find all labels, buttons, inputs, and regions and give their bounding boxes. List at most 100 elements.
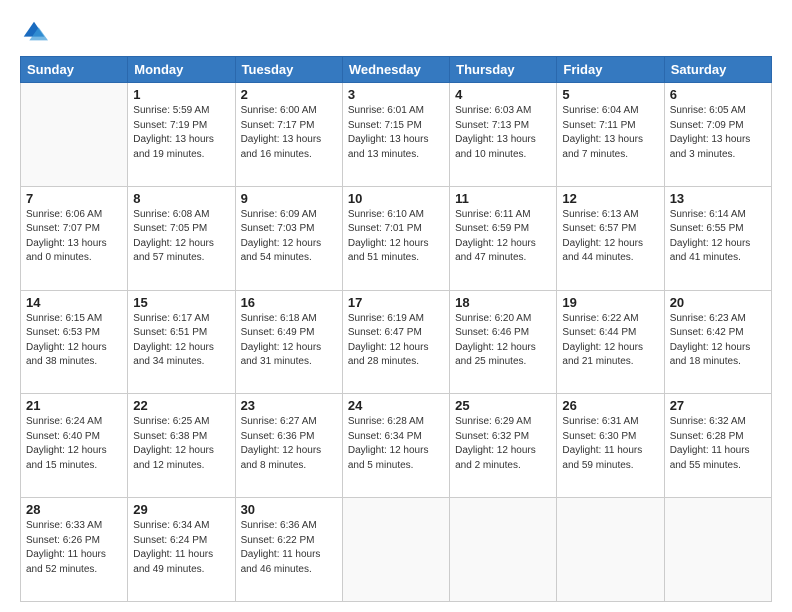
day-info: Sunrise: 6:19 AM Sunset: 6:47 PM Dayligh… xyxy=(348,312,444,370)
day-number: 8 xyxy=(133,191,229,206)
day-info: Sunrise: 6:05 AM Sunset: 7:09 PM Dayligh… xyxy=(670,104,766,162)
calendar-cell: 17Sunrise: 6:19 AM Sunset: 6:47 PM Dayli… xyxy=(342,290,449,394)
day-info: Sunrise: 6:28 AM Sunset: 6:34 PM Dayligh… xyxy=(348,415,444,473)
calendar-cell: 10 Sunrise: 6:10 AM Sunset: 7:01 PM Dayli… xyxy=(342,186,449,290)
calendar-cell: 23 Sunrise: 6:27 AM Sunset: 6:36 PM Dayli… xyxy=(235,394,342,498)
day-info: Sunrise: 6:03 AM Sunset: 7:13 PM Dayligh… xyxy=(455,104,551,162)
day-number: 14 xyxy=(26,295,122,310)
day-number: 2 xyxy=(241,87,337,102)
calendar-cell: 9 Sunrise: 6:09 AM Sunset: 7:03 PM Daylig… xyxy=(235,186,342,290)
day-info: Sunrise: 6:22 AM Sunset: 6:44 PM Dayligh… xyxy=(562,312,658,370)
calendar-cell xyxy=(450,498,557,602)
calendar-cell: 16 Sunrise: 6:18 AM Sunset: 6:49 PM Dayli… xyxy=(235,290,342,394)
calendar-week-row: 7 Sunrise: 6:06 AM Sunset: 7:07 PM Daylig… xyxy=(21,186,772,290)
day-info: Sunrise: 6:18 AM Sunset: 6:49 PM Dayligh… xyxy=(241,312,337,370)
day-number: 25 xyxy=(455,398,551,413)
day-info: Sunrise: 6:34 AM Sunset: 6:24 PM Dayligh… xyxy=(133,519,229,577)
day-info: Sunrise: 6:23 AM Sunset: 6:42 PM Dayligh… xyxy=(670,312,766,370)
calendar-cell: 14Sunrise: 6:15 AM Sunset: 6:53 PM Dayli… xyxy=(21,290,128,394)
day-info: Sunrise: 6:14 AM Sunset: 6:55 PM Dayligh… xyxy=(670,208,766,266)
day-number: 19 xyxy=(562,295,658,310)
day-info: Sunrise: 5:59 AM Sunset: 7:19 PM Dayligh… xyxy=(133,104,229,162)
calendar-week-row: 1Sunrise: 5:59 AM Sunset: 7:19 PM Daylig… xyxy=(21,83,772,187)
day-info: Sunrise: 6:06 AM Sunset: 7:07 PM Dayligh… xyxy=(26,208,122,266)
calendar-cell: 21 Sunrise: 6:24 AM Sunset: 6:40 PM Dayli… xyxy=(21,394,128,498)
day-number: 16 xyxy=(241,295,337,310)
calendar-day-header: Friday xyxy=(557,57,664,83)
day-number: 18 xyxy=(455,295,551,310)
day-info: Sunrise: 6:04 AM Sunset: 7:11 PM Dayligh… xyxy=(562,104,658,162)
calendar-week-row: 28Sunrise: 6:33 AM Sunset: 6:26 PM Dayli… xyxy=(21,498,772,602)
calendar-cell: 27 Sunrise: 6:32 AM Sunset: 6:28 PM Dayli… xyxy=(664,394,771,498)
page-header xyxy=(20,18,772,46)
calendar-cell xyxy=(21,83,128,187)
day-info: Sunrise: 6:29 AM Sunset: 6:32 PM Dayligh… xyxy=(455,415,551,473)
calendar-cell: 7 Sunrise: 6:06 AM Sunset: 7:07 PM Daylig… xyxy=(21,186,128,290)
calendar-cell: 25 Sunrise: 6:29 AM Sunset: 6:32 PM Dayli… xyxy=(450,394,557,498)
day-info: Sunrise: 6:09 AM Sunset: 7:03 PM Dayligh… xyxy=(241,208,337,266)
day-number: 22 xyxy=(133,398,229,413)
calendar-cell: 8Sunrise: 6:08 AM Sunset: 7:05 PM Daylig… xyxy=(128,186,235,290)
day-info: Sunrise: 6:25 AM Sunset: 6:38 PM Dayligh… xyxy=(133,415,229,473)
day-info: Sunrise: 6:01 AM Sunset: 7:15 PM Dayligh… xyxy=(348,104,444,162)
day-number: 3 xyxy=(348,87,444,102)
day-info: Sunrise: 6:33 AM Sunset: 6:26 PM Dayligh… xyxy=(26,519,122,577)
calendar-cell: 15 Sunrise: 6:17 AM Sunset: 6:51 PM Dayli… xyxy=(128,290,235,394)
day-number: 29 xyxy=(133,502,229,517)
day-number: 27 xyxy=(670,398,766,413)
calendar-day-header: Wednesday xyxy=(342,57,449,83)
calendar-cell: 22 Sunrise: 6:25 AM Sunset: 6:38 PM Dayli… xyxy=(128,394,235,498)
day-info: Sunrise: 6:32 AM Sunset: 6:28 PM Dayligh… xyxy=(670,415,766,473)
day-number: 23 xyxy=(241,398,337,413)
calendar-week-row: 14Sunrise: 6:15 AM Sunset: 6:53 PM Dayli… xyxy=(21,290,772,394)
day-info: Sunrise: 6:00 AM Sunset: 7:17 PM Dayligh… xyxy=(241,104,337,162)
calendar-cell: 6 Sunrise: 6:05 AM Sunset: 7:09 PM Daylig… xyxy=(664,83,771,187)
calendar-cell: 4 Sunrise: 6:03 AM Sunset: 7:13 PM Daylig… xyxy=(450,83,557,187)
calendar-cell: 20 Sunrise: 6:23 AM Sunset: 6:42 PM Dayli… xyxy=(664,290,771,394)
calendar-week-row: 21 Sunrise: 6:24 AM Sunset: 6:40 PM Dayli… xyxy=(21,394,772,498)
day-info: Sunrise: 6:17 AM Sunset: 6:51 PM Dayligh… xyxy=(133,312,229,370)
day-info: Sunrise: 6:11 AM Sunset: 6:59 PM Dayligh… xyxy=(455,208,551,266)
calendar-cell: 29 Sunrise: 6:34 AM Sunset: 6:24 PM Dayli… xyxy=(128,498,235,602)
calendar-cell: 30 Sunrise: 6:36 AM Sunset: 6:22 PM Dayli… xyxy=(235,498,342,602)
day-number: 21 xyxy=(26,398,122,413)
day-number: 9 xyxy=(241,191,337,206)
day-number: 6 xyxy=(670,87,766,102)
day-number: 15 xyxy=(133,295,229,310)
day-number: 11 xyxy=(455,191,551,206)
calendar-cell: 28Sunrise: 6:33 AM Sunset: 6:26 PM Dayli… xyxy=(21,498,128,602)
calendar-day-header: Sunday xyxy=(21,57,128,83)
calendar-day-header: Thursday xyxy=(450,57,557,83)
calendar-cell: 19 Sunrise: 6:22 AM Sunset: 6:44 PM Dayli… xyxy=(557,290,664,394)
day-number: 4 xyxy=(455,87,551,102)
calendar-day-header: Tuesday xyxy=(235,57,342,83)
day-number: 7 xyxy=(26,191,122,206)
calendar-day-header: Saturday xyxy=(664,57,771,83)
calendar-day-header: Monday xyxy=(128,57,235,83)
day-number: 13 xyxy=(670,191,766,206)
calendar-cell xyxy=(342,498,449,602)
logo xyxy=(20,18,52,46)
day-info: Sunrise: 6:31 AM Sunset: 6:30 PM Dayligh… xyxy=(562,415,658,473)
day-info: Sunrise: 6:20 AM Sunset: 6:46 PM Dayligh… xyxy=(455,312,551,370)
calendar-cell xyxy=(664,498,771,602)
day-info: Sunrise: 6:27 AM Sunset: 6:36 PM Dayligh… xyxy=(241,415,337,473)
calendar-cell: 1Sunrise: 5:59 AM Sunset: 7:19 PM Daylig… xyxy=(128,83,235,187)
calendar-cell: 13 Sunrise: 6:14 AM Sunset: 6:55 PM Dayli… xyxy=(664,186,771,290)
calendar-cell: 18 Sunrise: 6:20 AM Sunset: 6:46 PM Dayli… xyxy=(450,290,557,394)
day-number: 26 xyxy=(562,398,658,413)
day-number: 12 xyxy=(562,191,658,206)
logo-icon xyxy=(20,18,48,46)
day-number: 20 xyxy=(670,295,766,310)
day-number: 5 xyxy=(562,87,658,102)
day-info: Sunrise: 6:36 AM Sunset: 6:22 PM Dayligh… xyxy=(241,519,337,577)
calendar-cell: 3 Sunrise: 6:01 AM Sunset: 7:15 PM Daylig… xyxy=(342,83,449,187)
calendar-cell: 11 Sunrise: 6:11 AM Sunset: 6:59 PM Dayli… xyxy=(450,186,557,290)
day-info: Sunrise: 6:10 AM Sunset: 7:01 PM Dayligh… xyxy=(348,208,444,266)
calendar-header-row: SundayMondayTuesdayWednesdayThursdayFrid… xyxy=(21,57,772,83)
day-number: 30 xyxy=(241,502,337,517)
calendar-cell xyxy=(557,498,664,602)
day-number: 10 xyxy=(348,191,444,206)
calendar-cell: 2 Sunrise: 6:00 AM Sunset: 7:17 PM Daylig… xyxy=(235,83,342,187)
day-info: Sunrise: 6:24 AM Sunset: 6:40 PM Dayligh… xyxy=(26,415,122,473)
